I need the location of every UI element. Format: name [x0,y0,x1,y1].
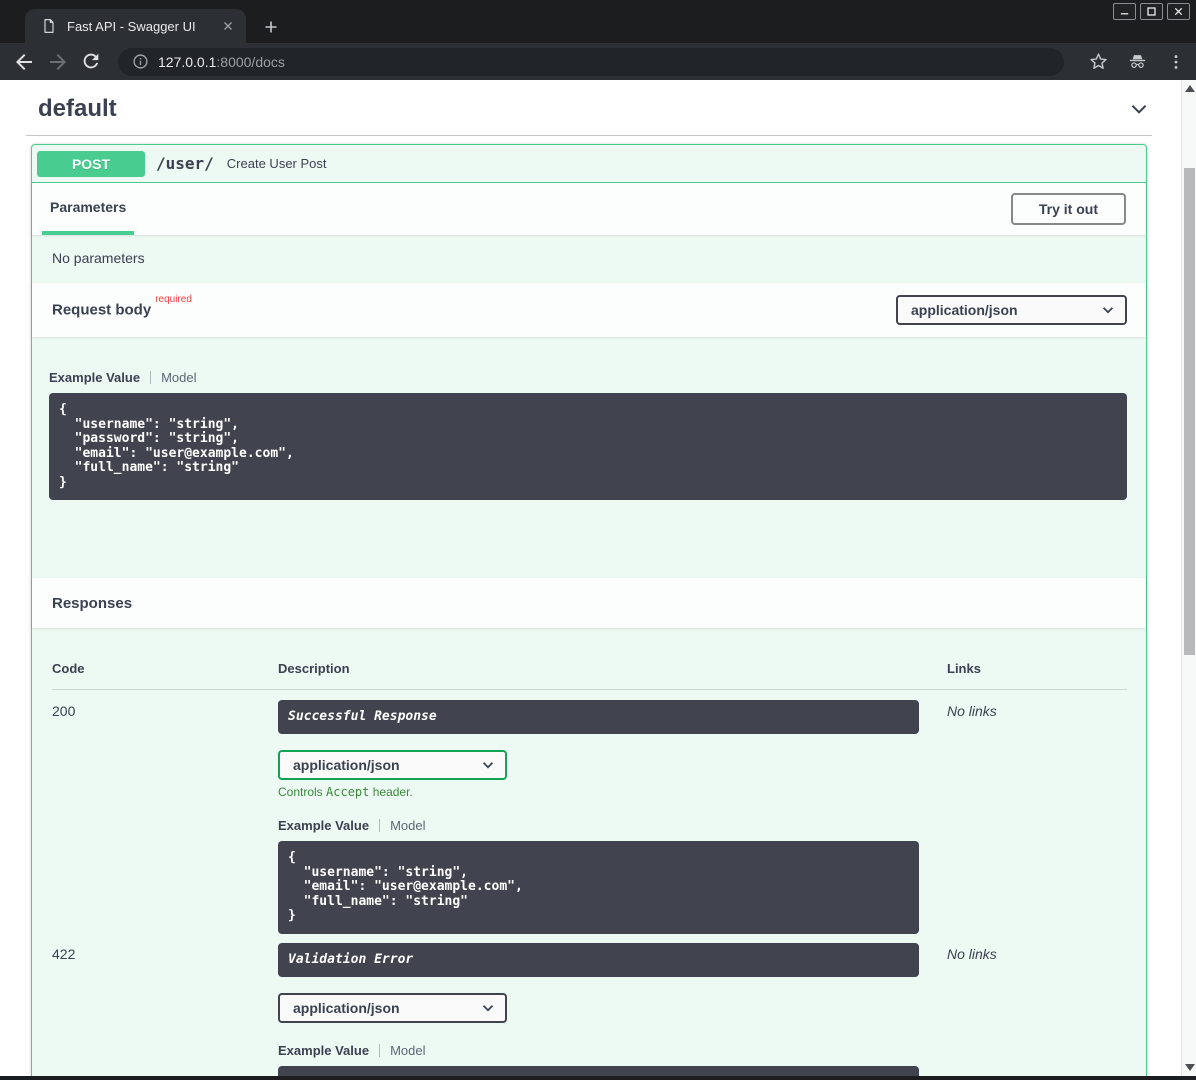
page-document-icon [41,18,57,34]
tag-section-header[interactable]: default [31,80,1178,125]
tab-title: Fast API - Swagger UI [67,19,220,34]
request-body-title: Request body [52,302,151,319]
response-description-cell: Validation Error application/json [278,943,919,1077]
address-bar[interactable]: 127.0.0.1:8000/docs [118,48,1064,76]
response-description: Successful Response [278,700,919,734]
tab-separator [150,371,151,384]
response-description: Validation Error [278,943,919,977]
bookmark-star-icon[interactable] [1088,51,1109,72]
response-media-type-select[interactable]: application/json [278,993,507,1023]
request-body-example-code: { "username": "string", "password": "str… [49,393,1127,500]
window-controls [1113,3,1190,20]
response-links-cell: No links [947,943,1127,1077]
operation-path: /user/ [156,154,214,173]
tab-model[interactable]: Model [161,370,196,385]
no-links-text: No links [947,703,997,719]
tag-title[interactable]: default [38,95,117,123]
media-type-select-wrap: application/json Controls Accept header. [278,750,919,799]
reload-icon[interactable] [80,50,104,74]
no-links-text: No links [947,946,997,962]
response-code: 200 [52,700,278,934]
forward-icon[interactable] [46,50,70,74]
opblock-post-user: POST /user/ Create User Post Parameters … [31,144,1147,1076]
response-code: 422 [52,943,278,1077]
controls-accept-note: Controls Accept header. [278,785,919,799]
scroll-up-arrow-icon[interactable] [1185,85,1195,92]
response-links-cell: No links [947,700,1127,934]
tab-close-icon[interactable] [220,18,236,34]
try-it-out-button[interactable]: Try it out [1011,193,1126,225]
swagger-page: default POST /user/ Create User Post Par… [0,80,1181,1076]
example-model-tabs: Example Value Model [278,1043,919,1058]
response-description-cell: Successful Response application/json Con… [278,700,919,934]
response-example-code: { "username": "string", "email": "user@e… [278,841,919,934]
request-body-section: Example Value Model { "username": "strin… [32,337,1146,578]
url-path: :8000/docs [216,54,285,70]
responses-table-head: Code Description Links [52,661,1127,690]
menu-dots-icon[interactable] [1166,52,1186,72]
column-links: Links [947,661,1127,676]
parameters-header: Parameters Try it out [32,183,1146,235]
spacer [49,500,1127,578]
response-example-code: { "detail": [ [278,1066,919,1077]
browser-tab[interactable]: Fast API - Swagger UI [25,9,246,43]
tab-separator [379,819,380,832]
maximize-button[interactable] [1140,3,1163,20]
parameters-tab-label: Parameters [50,199,126,215]
operation-description: Create User Post [227,156,327,171]
scroll-down-arrow-icon[interactable] [1185,1064,1195,1071]
response-media-type-select[interactable]: application/json [278,750,507,780]
operation-summary[interactable]: POST /user/ Create User Post [32,145,1146,183]
example-model-tabs: Example Value Model [278,818,919,833]
tab-separator [379,1044,380,1057]
chevron-down-icon [1100,302,1116,318]
tab-example-value[interactable]: Example Value [49,370,140,385]
chevron-down-icon [480,1000,496,1016]
selected-media-type: application/json [911,302,1018,318]
window-bottom-border [0,1076,1196,1080]
tab-model[interactable]: Model [390,1043,425,1058]
tag-divider [26,135,1152,136]
no-parameters-text: No parameters [32,235,1146,283]
toolbar-actions [1088,43,1186,80]
required-badge: required [155,294,192,305]
request-body-media-type-select[interactable]: application/json [896,295,1127,325]
minimize-button[interactable] [1113,3,1136,20]
response-row-422: 422 Validation Error application/json [52,934,1127,1077]
tab-example-value[interactable]: Example Value [278,818,369,833]
column-description: Description [278,661,919,676]
new-tab-button[interactable] [258,14,284,40]
column-code: Code [52,661,278,676]
method-badge: POST [37,151,145,177]
incognito-icon[interactable] [1126,50,1149,73]
request-body-title-wrap: Request bodyrequired [52,300,192,319]
media-type-select-wrap: application/json [278,993,919,1023]
browser-window: Fast API - Swagger UI [0,0,1196,1080]
response-row-200: 200 Successful Response application/json [52,690,1127,934]
browser-toolbar: 127.0.0.1:8000/docs [0,43,1196,80]
tab-model[interactable]: Model [390,818,425,833]
tab-parameters[interactable]: Parameters [42,183,134,235]
chevron-down-icon[interactable] [1128,98,1150,120]
browser-chrome: Fast API - Swagger UI [0,0,1196,80]
back-icon[interactable] [12,50,36,74]
tab-example-value[interactable]: Example Value [278,1043,369,1058]
tab-strip: Fast API - Swagger UI [0,0,1196,43]
request-body-header: Request bodyrequired application/json [32,283,1146,337]
scrollbar-thumb[interactable] [1184,168,1195,655]
selected-media-type: application/json [293,1000,400,1016]
example-model-tabs: Example Value Model [49,370,1127,385]
responses-table: Code Description Links 200 Successful Re… [32,628,1146,1076]
responses-title: Responses [52,595,132,612]
url-text: 127.0.0.1:8000/docs [158,54,285,70]
accept-header-code: Accept [326,785,369,799]
selected-media-type: application/json [293,757,400,773]
responses-header: Responses [32,578,1146,628]
site-info-icon[interactable] [132,53,149,70]
close-button[interactable] [1167,3,1190,20]
chevron-down-icon [480,757,496,773]
url-host: 127.0.0.1 [158,54,216,70]
page-scrollbar[interactable] [1181,80,1196,1076]
